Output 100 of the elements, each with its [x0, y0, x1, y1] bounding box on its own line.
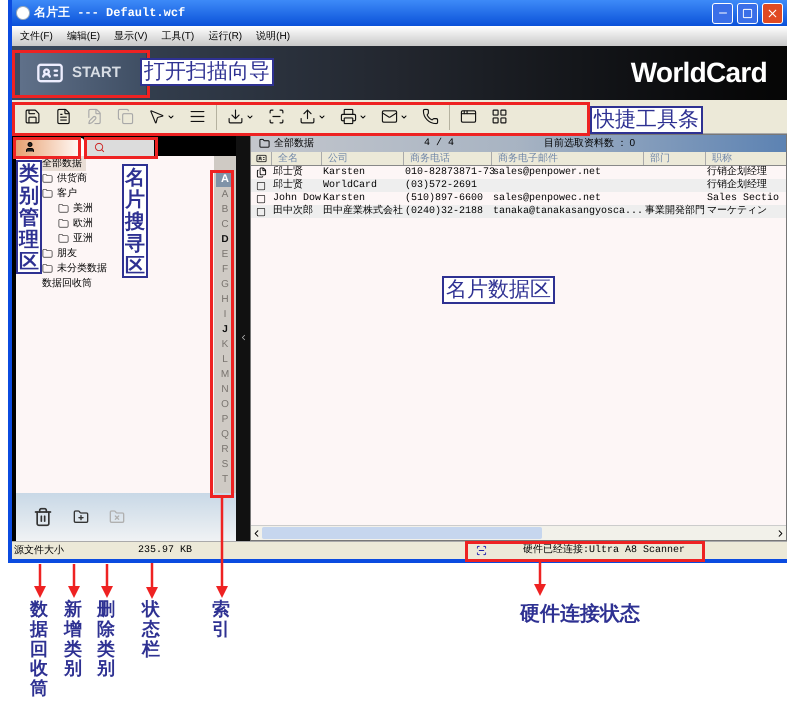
folder-name: 全部数据: [274, 136, 315, 151]
pointer-icon: [148, 108, 165, 125]
table-cell: 邱士贤: [273, 180, 303, 191]
menu-item[interactable]: 显示(V): [114, 28, 148, 44]
menu-item[interactable]: 运行(R): [208, 28, 242, 44]
table-cell: (0240)32-2188: [405, 206, 484, 217]
copy-icon: [117, 108, 134, 125]
person-icon: [24, 141, 36, 153]
folder-icon: [58, 218, 69, 229]
callout-label: 硬件连接状态: [520, 600, 640, 627]
list-icon: [189, 108, 206, 125]
table-cell: (510)897-6600: [405, 193, 484, 204]
mail-icon: [381, 108, 398, 125]
callout-label: 名片数据区: [442, 276, 555, 304]
grid-icon: [491, 108, 508, 125]
app-icon: [16, 6, 30, 20]
stacked-cards-icon: [256, 167, 266, 178]
column-header[interactable]: 公司: [321, 152, 403, 165]
maximize-icon: [742, 8, 753, 18]
window-title: 名片王 --- Default.wcf: [34, 4, 186, 22]
column-header[interactable]: 部门: [643, 152, 705, 165]
tree-item[interactable]: 数据回收筒: [42, 276, 96, 291]
window-icon: [460, 108, 477, 125]
folder-icon: [42, 173, 53, 184]
tree-item[interactable]: 美洲: [58, 201, 97, 216]
scroll-thumb[interactable]: [262, 527, 542, 539]
dropdown-icon: [400, 112, 408, 120]
dropdown-icon: [167, 112, 175, 120]
callout-label: 名片搜寻区: [122, 164, 148, 278]
folder-icon: [58, 203, 69, 214]
menu-item[interactable]: 编辑(E): [66, 28, 100, 44]
table-cell: 邱士贤: [273, 167, 303, 178]
table-cell: sales@penpowec.net: [493, 193, 602, 204]
phone-icon: [422, 108, 439, 125]
column-header[interactable]: 商务电话: [403, 152, 491, 165]
document-icon: [55, 108, 72, 125]
close-icon: [766, 6, 779, 20]
new-category-button[interactable]: [72, 508, 90, 526]
index-letter[interactable]: J: [222, 322, 228, 337]
scanner-icon: [476, 545, 487, 556]
selected-count: 目前选取资料数 ： 0: [544, 136, 636, 151]
table-row[interactable]: 邱士贤 WorldCard (03)572-2691 行销企划经理: [251, 179, 786, 192]
download-icon: [227, 108, 244, 125]
card-count: 4 / 4: [424, 136, 456, 151]
table-cell: Sales Sectio: [707, 193, 780, 204]
folder-icon: [42, 263, 53, 274]
table-cell: 田中産業株式会社: [323, 206, 403, 217]
horizontal-scrollbar[interactable]: [251, 525, 786, 540]
menu-item[interactable]: 文件(F): [20, 28, 53, 44]
table-cell: (03)572-2691: [405, 180, 478, 191]
table-cell: tanaka@tanakasangyosca...: [493, 206, 644, 217]
table-cell: 行销企划经理: [707, 180, 767, 191]
table-cell: 行销企划经理: [707, 167, 767, 178]
column-header[interactable]: 职称: [705, 152, 783, 165]
callout-label: 类别管理区: [16, 160, 42, 274]
table-cell: マーケティン: [707, 206, 767, 217]
edit-icon: [86, 108, 103, 125]
callout-label: 快捷工具条: [590, 106, 703, 134]
save-icon: [24, 108, 41, 125]
index-letter[interactable]: D: [221, 232, 229, 247]
tree-item[interactable]: 欧洲: [58, 216, 97, 231]
printer-icon: [340, 108, 357, 125]
table-cell: John Dow: [273, 193, 322, 204]
logo: WorldCard: [630, 56, 768, 90]
table-cell: Karsten: [323, 193, 366, 204]
callout-label: 打开扫描向导: [140, 58, 274, 86]
file-size: 235.97 KB: [136, 544, 192, 558]
recycle-bin-button[interactable]: [32, 506, 54, 528]
search-icon: [94, 142, 105, 152]
table-cell: WorldCard: [323, 180, 378, 191]
column-header[interactable]: 全名: [271, 152, 321, 165]
tree-item[interactable]: 亚洲: [58, 231, 97, 246]
folder-icon: [42, 188, 53, 199]
callout-label: 数据回收筒: [30, 600, 48, 699]
menu-item[interactable]: 说明(H): [256, 28, 290, 44]
folder-icon: [259, 138, 270, 149]
tree-item[interactable]: 供货商: [42, 171, 91, 186]
upload-icon: [299, 108, 316, 125]
arrow: [146, 563, 158, 599]
hardware-status: 硬件已经连接:Ultra A8 Scanner: [523, 543, 686, 558]
dropdown-icon: [359, 112, 367, 120]
tree-item[interactable]: 未分类数据: [42, 261, 111, 276]
status-label: 源文件大小: [13, 544, 65, 558]
callout-label: 状态栏: [142, 600, 160, 660]
scanner-icon: [268, 108, 285, 125]
tree-item[interactable]: 朋友: [42, 246, 81, 261]
arrow: [101, 564, 113, 598]
column-header[interactable]: 商务电子邮件: [491, 152, 643, 165]
arrow: [34, 564, 46, 598]
callout-label: 删除类别: [97, 600, 115, 680]
table-cell: 事業開発部門: [645, 206, 705, 217]
dropdown-icon: [246, 112, 254, 120]
table-cell: Karsten: [323, 167, 366, 178]
tree-item[interactable]: 客户: [42, 186, 81, 201]
folder-icon: [58, 233, 69, 244]
close-button[interactable]: [762, 2, 783, 24]
menu-item[interactable]: 工具(T): [161, 28, 194, 44]
table-row[interactable]: 田中次郎 田中産業株式会社 (0240)32-2188 tanaka@tanakasangyosca... 事業開発部門 マーケティン: [251, 205, 786, 218]
minimize-button[interactable]: [712, 2, 733, 24]
maximize-button[interactable]: [737, 2, 758, 24]
